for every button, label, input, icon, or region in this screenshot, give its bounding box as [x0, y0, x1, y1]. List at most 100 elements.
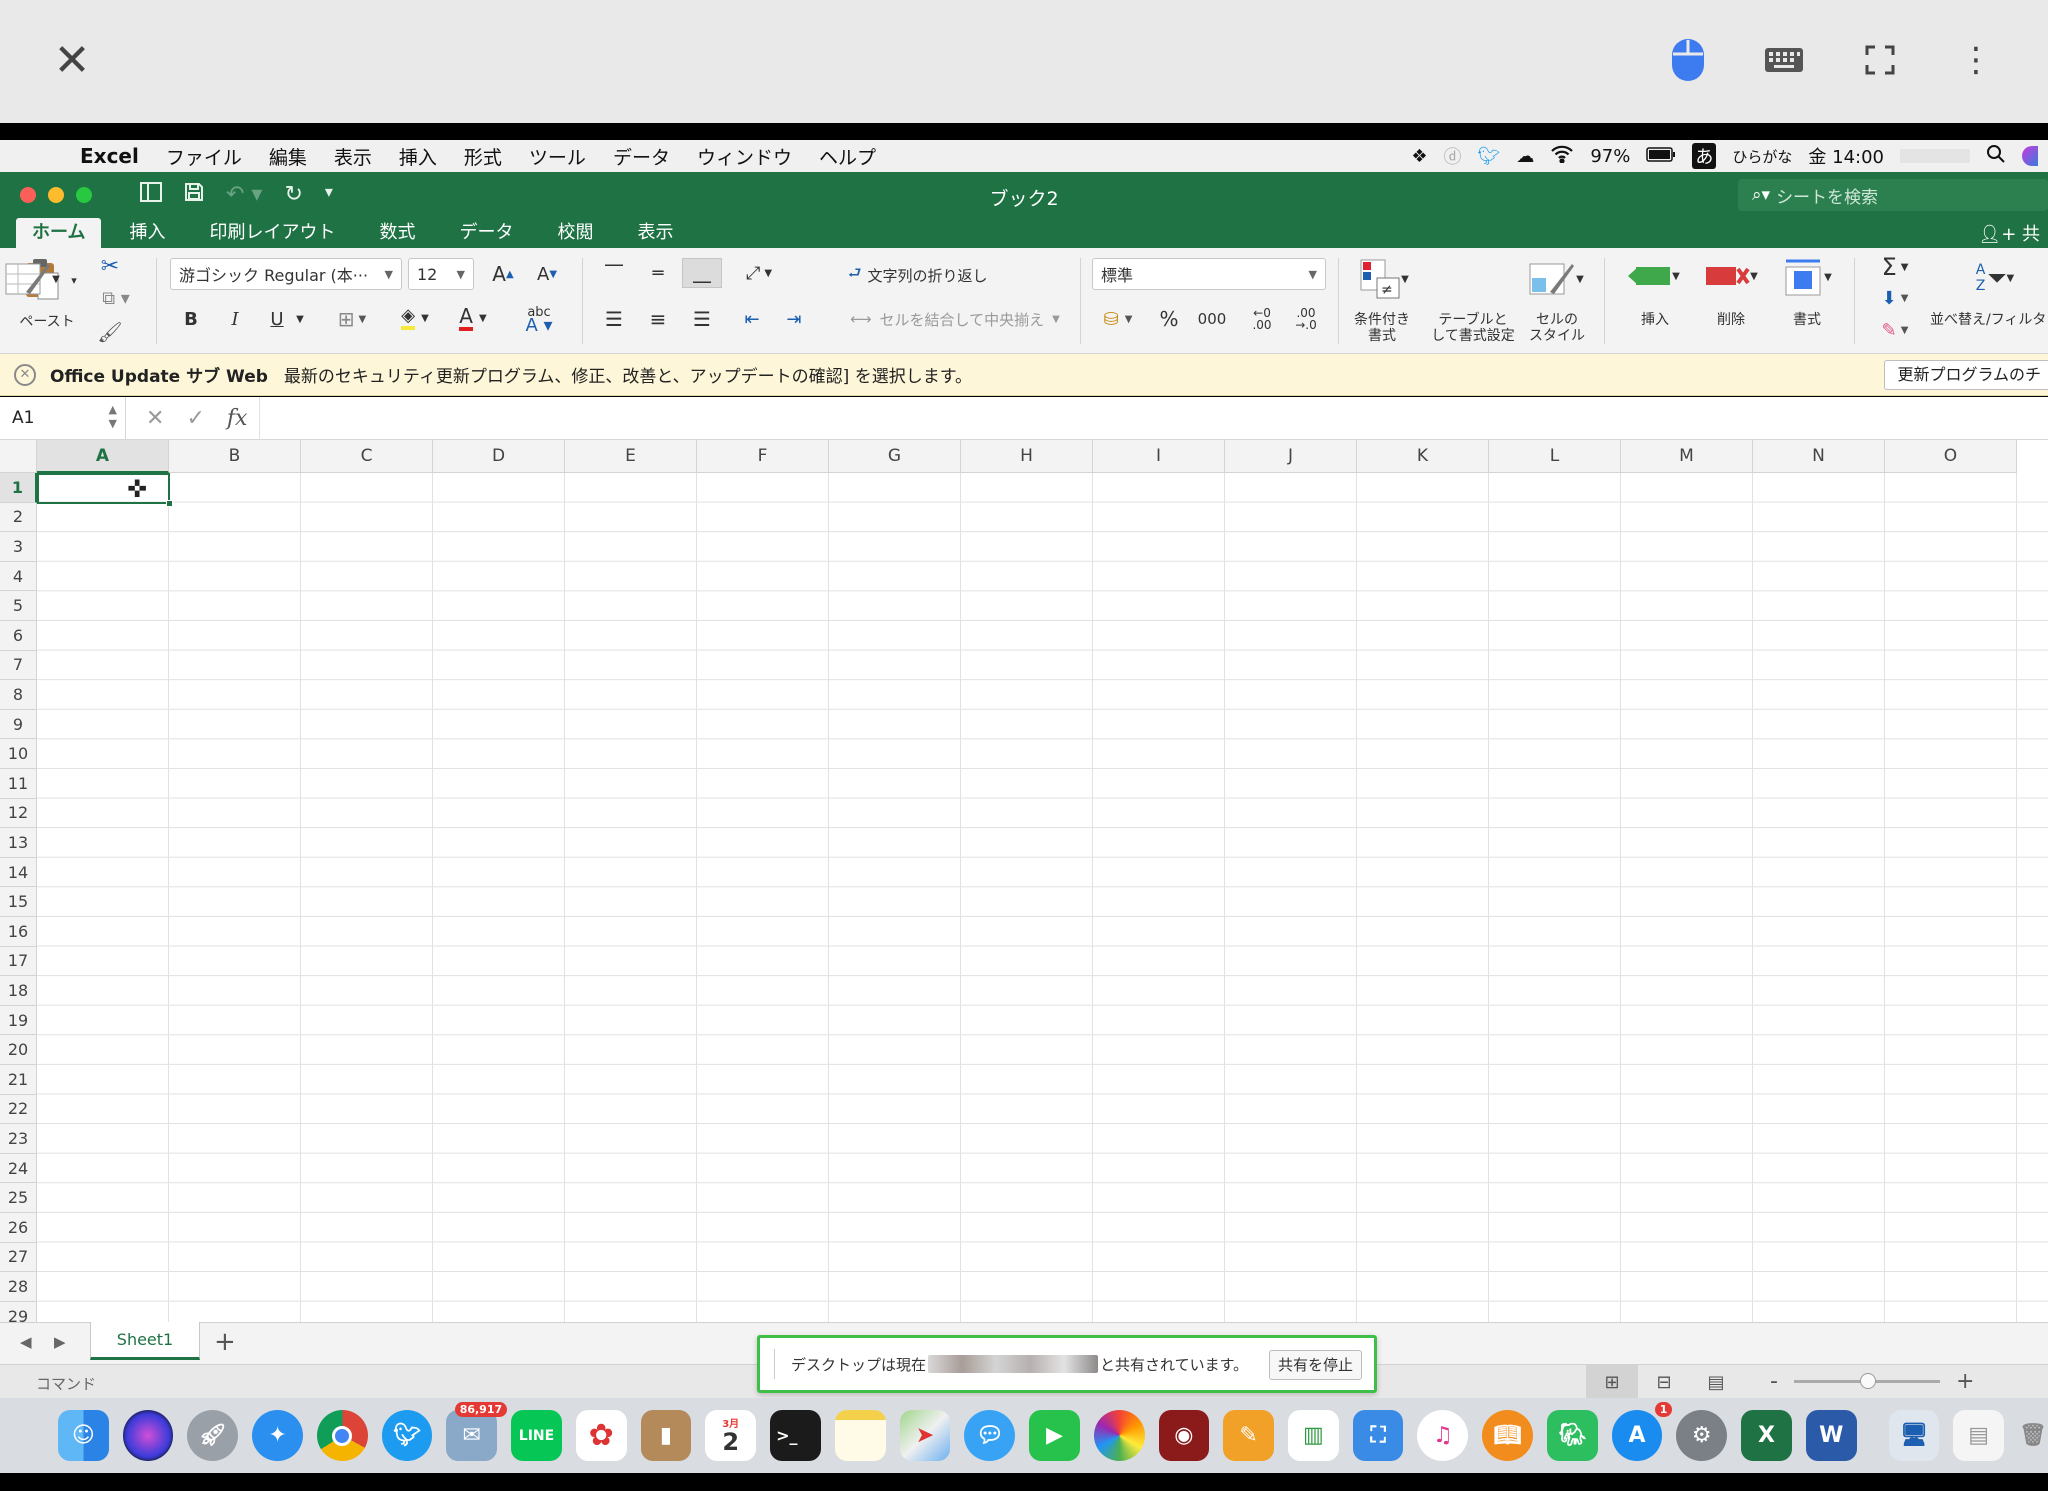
fill-color-button[interactable]: ◈ ▼: [390, 302, 440, 334]
column-header[interactable]: K: [1357, 440, 1489, 473]
phonetic-guide-button[interactable]: abc A ▾: [512, 302, 566, 336]
documents-icon[interactable]: ▤: [1953, 1410, 2005, 1461]
previous-sheet-icon[interactable]: ◀: [20, 1333, 32, 1351]
menu-data[interactable]: データ: [613, 143, 670, 170]
cell-area[interactable]: [37, 473, 2048, 1322]
stop-sharing-button[interactable]: 共有を停止: [1268, 1350, 1362, 1380]
row-header[interactable]: 27: [0, 1242, 37, 1273]
row-header[interactable]: 2: [0, 502, 37, 533]
row-header[interactable]: 4: [0, 561, 37, 592]
terminal-icon[interactable]: >_: [770, 1410, 821, 1461]
close-window-icon[interactable]: [20, 187, 36, 203]
tab-view[interactable]: 表示: [621, 218, 689, 248]
twitter-app-icon[interactable]: 🐦︎: [381, 1410, 433, 1461]
page-layout-view-icon[interactable]: ⊟: [1638, 1365, 1690, 1399]
zoom-slider-knob[interactable]: [1859, 1373, 1876, 1389]
menu-tools[interactable]: ツール: [529, 143, 586, 170]
siri-icon[interactable]: [2022, 146, 2038, 166]
column-header[interactable]: I: [1093, 440, 1225, 473]
row-header[interactable]: 19: [0, 1005, 37, 1036]
row-header[interactable]: 9: [0, 709, 37, 740]
row-header[interactable]: 8: [0, 680, 37, 710]
format-painter-icon[interactable]: 🖌︎: [96, 318, 124, 346]
row-header[interactable]: 17: [0, 946, 37, 977]
formula-input[interactable]: [259, 396, 2048, 440]
input-mode-label[interactable]: ひらがな: [1732, 146, 1792, 167]
row-header[interactable]: 24: [0, 1153, 37, 1184]
row-header[interactable]: 13: [0, 828, 37, 858]
redo-icon[interactable]: ↻: [284, 182, 302, 208]
copy-icon[interactable]: ⧉ ▾: [96, 284, 136, 312]
fullscreen-icon[interactable]: [1854, 34, 1906, 86]
undo-icon[interactable]: ↶ ▾: [226, 182, 262, 208]
percent-button[interactable]: %: [1152, 304, 1186, 334]
row-header[interactable]: 3: [0, 532, 37, 562]
numbers-icon[interactable]: ▥: [1287, 1410, 1339, 1461]
row-header[interactable]: 12: [0, 798, 37, 829]
keyboard-icon[interactable]: [1758, 34, 1810, 86]
finder-icon[interactable]: ☺: [58, 1410, 109, 1461]
row-header[interactable]: 22: [0, 1094, 37, 1125]
conditional-formatting-button[interactable]: ≠ ▼: [1354, 254, 1414, 304]
column-header[interactable]: M: [1621, 440, 1753, 473]
underline-button[interactable]: U: [262, 304, 292, 334]
sheet-tab[interactable]: Sheet1: [90, 1322, 200, 1360]
confirm-icon[interactable]: ✓: [186, 406, 204, 431]
menu-insert[interactable]: 挿入: [399, 143, 437, 170]
pinwheel-icon[interactable]: ✿: [575, 1410, 627, 1461]
photos-icon[interactable]: [1093, 1410, 1145, 1461]
name-box[interactable]: A1 ▲ ▼: [0, 396, 126, 440]
twitter-icon[interactable]: 🐦︎: [1478, 146, 1501, 167]
contacts-icon[interactable]: ▮: [640, 1410, 692, 1461]
decrease-decimal-button[interactable]: .00 →.0: [1288, 302, 1324, 336]
align-left-button[interactable]: ☰: [596, 304, 632, 334]
dropbox-icon[interactable]: ❖: [1411, 146, 1427, 167]
increase-font-size-button[interactable]: A ▲: [484, 260, 522, 288]
maps-icon[interactable]: ➤: [899, 1410, 951, 1461]
bold-button[interactable]: B: [176, 304, 206, 334]
tab-insert[interactable]: 挿入: [113, 218, 181, 248]
system-preferences-icon[interactable]: ⚙: [1676, 1410, 1728, 1461]
save-icon[interactable]: [184, 182, 204, 208]
zoom-window-icon[interactable]: [76, 187, 92, 203]
d-circle-icon[interactable]: ⓓ: [1444, 143, 1462, 169]
delete-cells-button[interactable]: ▼: [1696, 256, 1766, 296]
wifi-icon[interactable]: [1550, 145, 1574, 168]
row-header[interactable]: 10: [0, 739, 37, 769]
italic-button[interactable]: I: [220, 304, 250, 334]
add-sheet-icon[interactable]: +: [214, 1327, 236, 1357]
close-icon[interactable]: ✕: [46, 34, 98, 86]
normal-view-icon[interactable]: ⊞: [1586, 1365, 1638, 1399]
sort-filter-button[interactable]: A Z ⏷ ▼: [1960, 256, 2030, 300]
row-header[interactable]: 6: [0, 621, 37, 651]
number-format-dropdown[interactable]: 標準 ▼: [1092, 258, 1326, 290]
increase-decimal-button[interactable]: ←0.00: [1244, 302, 1280, 336]
format-cells-button[interactable]: ▼: [1774, 254, 1840, 300]
font-name-dropdown[interactable]: 游ゴシック Regular (本··· ▼: [170, 258, 402, 290]
cancel-icon[interactable]: ✕: [146, 406, 164, 431]
row-header[interactable]: 23: [0, 1124, 37, 1154]
close-icon[interactable]: ✕: [14, 363, 36, 386]
cloud-upload-icon[interactable]: ☁: [1516, 146, 1534, 167]
insert-function-button[interactable]: fx: [227, 406, 248, 431]
keynote-icon[interactable]: ⛶: [1352, 1410, 1404, 1461]
row-header[interactable]: 15: [0, 887, 37, 917]
row-header[interactable]: 5: [0, 591, 37, 621]
fill-handle[interactable]: [166, 500, 173, 507]
align-top-button[interactable]: ⎺: [596, 258, 632, 288]
messages-icon[interactable]: 💬︎: [964, 1410, 1016, 1461]
calendar-icon[interactable]: 3月 2: [705, 1410, 757, 1461]
menu-format[interactable]: 形式: [464, 143, 502, 170]
font-size-dropdown[interactable]: 12 ▼: [408, 258, 474, 290]
tab-data[interactable]: データ: [443, 218, 529, 248]
comma-style-button[interactable]: 000: [1192, 304, 1232, 334]
row-header[interactable]: 20: [0, 1035, 37, 1065]
launchpad-icon[interactable]: 🚀︎: [187, 1410, 239, 1461]
menu-edit[interactable]: 編集: [269, 143, 307, 170]
more-icon[interactable]: ⋮: [1950, 34, 2002, 86]
row-header[interactable]: 14: [0, 857, 37, 888]
menu-file[interactable]: ファイル: [166, 143, 242, 170]
word-icon[interactable]: W: [1805, 1410, 1857, 1461]
column-header[interactable]: D: [433, 440, 565, 473]
orientation-button[interactable]: ⤢ ▼: [736, 258, 782, 288]
